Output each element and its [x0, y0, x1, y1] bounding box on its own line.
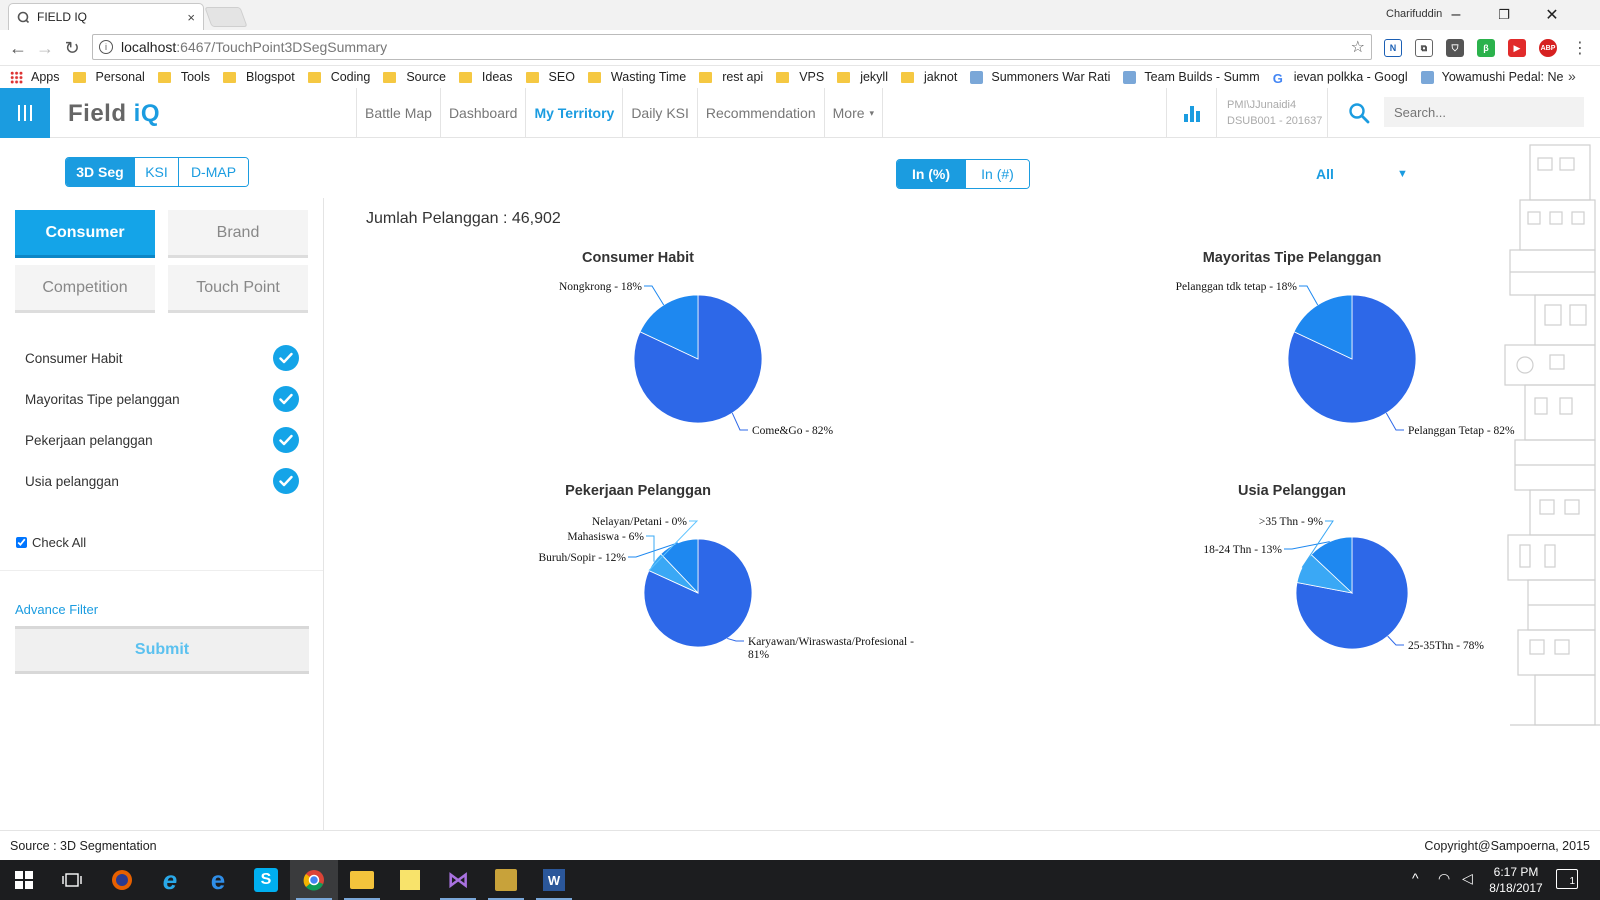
footer-source: Source : 3D Segmentation: [10, 839, 157, 853]
pie-slice-label: 25-35Thn - 78%: [1408, 640, 1484, 652]
pie-slice-label: Buruh/Sopir - 12%: [538, 552, 626, 564]
pie-slice-label: Pelanggan tdk tetap - 18%: [1176, 281, 1298, 293]
skype-taskbar-icon[interactable]: S: [242, 860, 290, 900]
tools-taskbar-icon[interactable]: [482, 860, 530, 900]
task-view-icon: [62, 873, 82, 887]
pie-slice-label: Nelayan/Petani - 0%: [592, 516, 688, 528]
pie-leader-line: [1299, 285, 1319, 306]
pie-chart-mayoritas-tipe-pelanggan: Pelanggan Tetap - 82% Pelanggan tdk tetap…: [1176, 281, 1515, 437]
pie-slice-label: Mahasiswa - 6%: [567, 531, 644, 543]
pie-leader-line: [646, 535, 655, 562]
notification-center-icon[interactable]: 1: [1556, 869, 1578, 889]
tray-time: 6:17 PM: [1493, 865, 1539, 879]
pie-charts: Come&Go - 82% Nongkrong - 18% Pelanggan Te…: [538, 281, 1515, 661]
windows-logo-icon: [15, 871, 33, 889]
tray-clock[interactable]: 6:17 PM 8/18/2017: [1484, 864, 1548, 896]
pie-leader-line: [1387, 635, 1404, 646]
sticky-notes-taskbar-icon[interactable]: [386, 860, 434, 900]
windows-taskbar: e e S ⋈ W ^ ◠ ◁ 6:17 PM 8/18/2017 1: [0, 860, 1600, 900]
pie-chart-consumer-habit: Come&Go - 82% Nongkrong - 18%: [559, 281, 834, 437]
pie-slice-label: Karyawan/Wiraswasta/Profesional -81%: [748, 636, 914, 661]
start-button[interactable]: [0, 860, 48, 900]
pie-slice-label: Come&Go - 82%: [752, 425, 834, 437]
ie-taskbar-icon[interactable]: e: [146, 860, 194, 900]
pie-chart-usia-pelanggan: 25-35Thn - 78% 18-24 Thn - 13% >35 Thn - 9…: [1203, 516, 1484, 652]
pie-leader-line: [644, 285, 665, 306]
pie-leader-line: [727, 637, 744, 642]
pie-slice-label: Pelanggan Tetap - 82%: [1408, 425, 1515, 437]
wifi-icon[interactable]: ◠: [1438, 870, 1450, 887]
pie-slice-label: Nongkrong - 18%: [559, 281, 642, 293]
firefox-taskbar-icon[interactable]: [98, 860, 146, 900]
footer: Source : 3D Segmentation Copyright@Sampo…: [0, 830, 1600, 860]
footer-copyright: Copyright@Sampoerna, 2015: [1424, 839, 1590, 853]
volume-icon[interactable]: ◁: [1462, 870, 1473, 887]
chrome-taskbar-icon[interactable]: [290, 860, 338, 900]
pie-slice-label: 18-24 Thn - 13%: [1203, 544, 1282, 556]
file-explorer-taskbar-icon[interactable]: [338, 860, 386, 900]
pie-leader-line: [1385, 412, 1404, 431]
pie-slice-label: >35 Thn - 9%: [1259, 516, 1324, 528]
pie-chart-pekerjaan-pelanggan: Karyawan/Wiraswasta/Profesional -81% Buru…: [538, 516, 914, 661]
word-taskbar-icon[interactable]: W: [530, 860, 578, 900]
pie-leader-line: [731, 412, 748, 431]
tray-chevron-icon[interactable]: ^: [1412, 870, 1419, 886]
city-illustration: [1504, 144, 1600, 726]
task-view-button[interactable]: [48, 860, 96, 900]
tray-date: 8/18/2017: [1489, 881, 1543, 895]
notification-count: 1: [1569, 876, 1575, 887]
edge-taskbar-icon[interactable]: e: [194, 860, 242, 900]
visual-studio-taskbar-icon[interactable]: ⋈: [434, 860, 482, 900]
